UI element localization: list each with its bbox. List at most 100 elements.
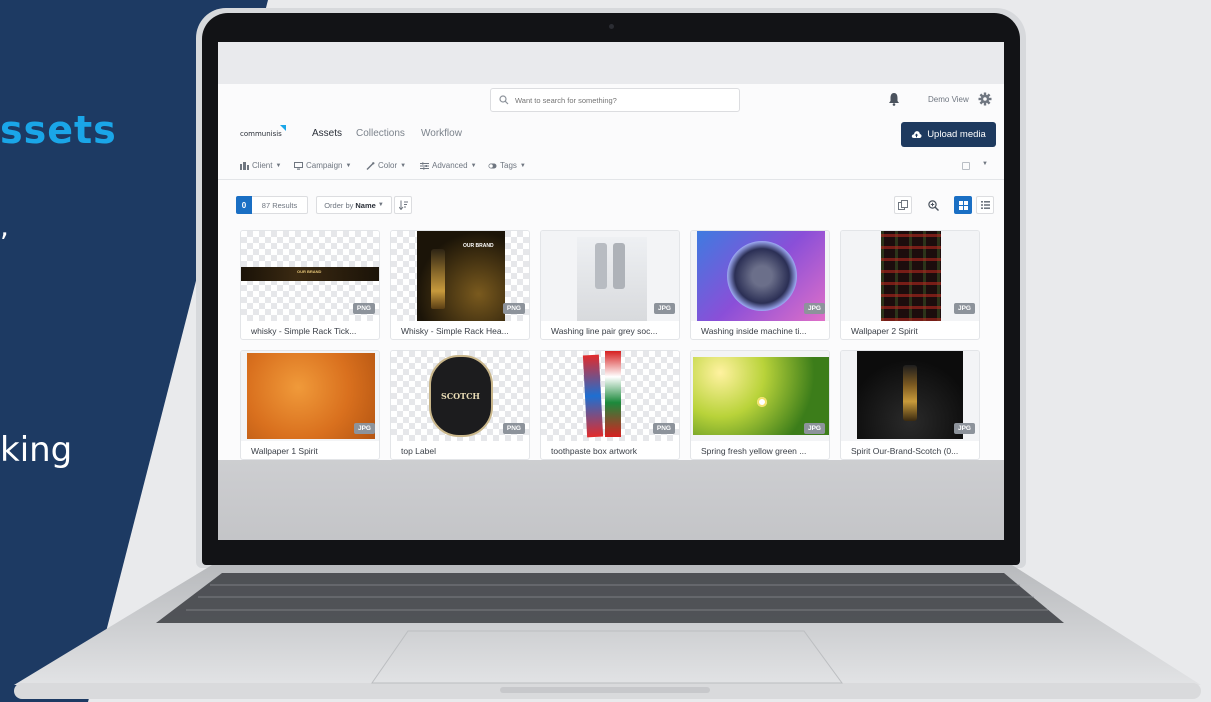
asset-card[interactable]: JPG Washing inside machine ti...	[690, 230, 830, 340]
filter-tags[interactable]: Tags ▼	[488, 161, 526, 170]
selected-count-badge: 0	[236, 196, 252, 214]
asset-name: Whisky - Simple Rack Hea...	[401, 326, 509, 336]
sock-left-image	[595, 243, 607, 289]
chevron-down-icon[interactable]: ▼	[982, 161, 988, 167]
order-by-dropdown[interactable]: Order by Name ▼	[316, 196, 392, 214]
sort-icon	[398, 200, 408, 210]
search-icon	[499, 95, 509, 105]
asset-card[interactable]: JPG Washing line pair grey soc...	[540, 230, 680, 340]
zoom-button[interactable]	[924, 196, 942, 214]
toothpaste-box-2-image	[605, 351, 621, 437]
camera-icon	[609, 24, 614, 29]
chevron-down-icon: ▼	[275, 162, 282, 169]
gear-icon[interactable]	[978, 92, 992, 106]
file-type-badge: PNG	[652, 423, 675, 434]
file-type-badge: PNG	[352, 303, 375, 314]
file-type-badge: PNG	[502, 423, 525, 434]
logo-mark-icon	[280, 125, 286, 131]
filter-client[interactable]: Client ▼	[240, 161, 281, 170]
filter-advanced-label: Advanced	[432, 161, 468, 170]
asset-name: toothpaste box artwork	[551, 446, 637, 456]
order-by-label: Order by	[324, 200, 354, 210]
asset-card[interactable]: JPG Wallpaper 2 Spirit	[840, 230, 980, 340]
asset-name: top Label	[401, 446, 436, 456]
search-input[interactable]	[515, 95, 715, 105]
copy-button[interactable]	[894, 196, 912, 214]
sort-direction-button[interactable]	[394, 196, 412, 214]
upload-media-label: Upload media	[927, 129, 986, 140]
asset-name: Spirit Our-Brand-Scotch (0...	[851, 446, 959, 456]
laptop-keyboard-base	[14, 565, 1201, 699]
poster-brand-text: OUR BRAND	[463, 243, 494, 249]
screen-top-bar	[218, 42, 1004, 84]
daisy-image	[757, 397, 767, 407]
upload-media-button[interactable]: Upload media	[901, 122, 996, 147]
filter-advanced[interactable]: Advanced ▼	[420, 161, 477, 170]
chevron-down-icon: ▼	[345, 162, 352, 169]
sliders-icon	[420, 162, 429, 169]
tartan-wallpaper-image	[881, 231, 941, 321]
sock-right-image	[613, 243, 625, 289]
scotch-label-text: SCOTCH	[441, 391, 480, 401]
header-divider	[218, 179, 1004, 180]
toggle-icon	[488, 163, 497, 168]
asset-name: Washing line pair grey soc...	[551, 326, 658, 336]
toothpaste-box-1-image	[582, 354, 604, 438]
copy-icon	[898, 200, 908, 210]
cloud-upload-icon	[912, 131, 922, 138]
tab-collections[interactable]: Collections	[356, 128, 405, 139]
filter-client-label: Client	[252, 161, 273, 170]
asset-card[interactable]: JPG Wallpaper 1 Spirit	[240, 350, 380, 460]
eyedropper-icon	[366, 161, 375, 170]
asset-card[interactable]: OUR BRAND PNG whisky - Simple Rack Tick.…	[240, 230, 380, 340]
app-logo[interactable]: communisis	[240, 130, 282, 138]
monitor-icon	[294, 161, 303, 170]
zoom-in-icon	[927, 199, 939, 211]
chevron-down-icon: ▼	[470, 162, 477, 169]
chevron-down-icon: ▼	[400, 162, 407, 169]
scotch-bottle-image	[903, 365, 917, 421]
list-view-button[interactable]	[976, 196, 994, 214]
marketing-text-fragment: ,	[0, 210, 9, 243]
filter-color-label: Color	[378, 161, 398, 170]
filter-campaign[interactable]: Campaign ▼	[294, 161, 351, 170]
file-type-badge: JPG	[953, 303, 975, 314]
filter-tags-label: Tags	[500, 161, 517, 170]
file-type-badge: JPG	[803, 423, 825, 434]
banner-brand-text: OUR BRAND	[297, 269, 322, 274]
search-bar[interactable]	[490, 88, 740, 112]
file-type-badge: JPG	[953, 423, 975, 434]
asset-card[interactable]: OUR BRAND PNG Whisky - Simple Rack Hea..…	[390, 230, 530, 340]
client-icon	[240, 161, 249, 170]
filter-campaign-label: Campaign	[306, 161, 343, 170]
screen-reflection-overlay	[218, 460, 1004, 540]
asset-card[interactable]: PNG toothpaste box artwork	[540, 350, 680, 460]
list-icon	[980, 201, 990, 209]
asset-name: Wallpaper 2 Spirit	[851, 326, 918, 336]
asset-name: Spring fresh yellow green ...	[701, 446, 807, 456]
chevron-down-icon: ▼	[519, 162, 526, 169]
file-type-badge: JPG	[353, 423, 375, 434]
laptop-screen: Demo View communisis Assets Collections …	[218, 42, 1004, 540]
bottle-image	[431, 249, 445, 309]
filter-color[interactable]: Color ▼	[366, 161, 406, 170]
asset-card[interactable]: SCOTCH PNG top Label	[390, 350, 530, 460]
asset-name: whisky - Simple Rack Tick...	[251, 326, 357, 336]
washing-line-image	[577, 237, 647, 321]
grid-view-button[interactable]	[954, 196, 972, 214]
asset-card[interactable]: JPG Spring fresh yellow green ...	[690, 350, 830, 460]
file-type-badge: JPG	[653, 303, 675, 314]
tab-workflow[interactable]: Workflow	[421, 128, 462, 139]
marketing-headline-fragment: ssets	[0, 108, 117, 152]
user-menu-label[interactable]: Demo View	[928, 95, 969, 104]
file-type-badge: PNG	[502, 303, 525, 314]
bell-icon[interactable]	[888, 92, 900, 106]
grid-icon	[958, 200, 968, 210]
order-by-value: Name	[355, 200, 376, 210]
results-count: 87 Results	[252, 196, 308, 214]
file-type-badge: JPG	[803, 303, 825, 314]
marketing-text-fragment-2: king	[0, 430, 73, 470]
asset-card[interactable]: JPG Spirit Our-Brand-Scotch (0...	[840, 350, 980, 460]
select-all-checkbox[interactable]	[962, 162, 970, 170]
tab-assets[interactable]: Assets	[312, 128, 342, 139]
